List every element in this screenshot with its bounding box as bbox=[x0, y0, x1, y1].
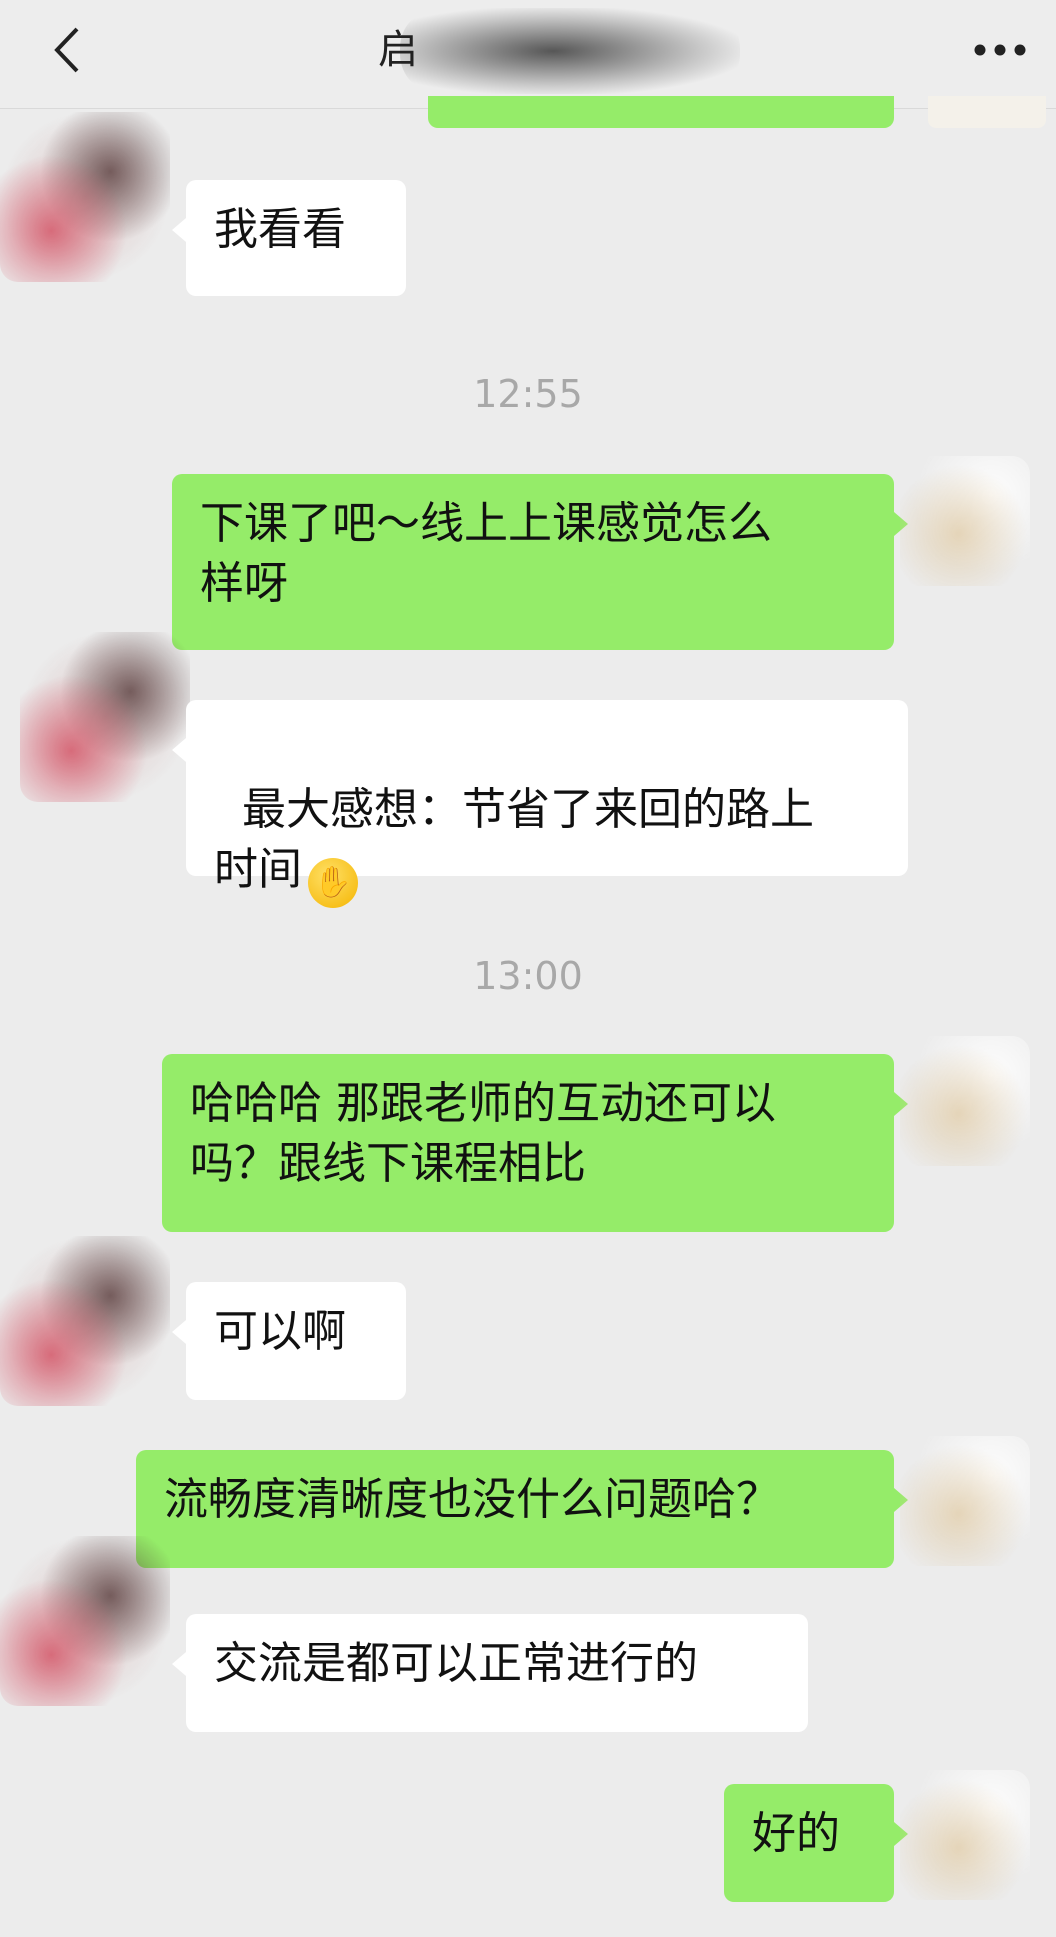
outgoing-message-bubble[interactable]: 流畅度清晰度也没什么问题哈？ bbox=[136, 1450, 908, 1568]
chat-header: 启 bbox=[0, 0, 1056, 109]
back-button[interactable] bbox=[46, 22, 86, 78]
outgoing-message-bubble[interactable]: 下课了吧～线上上课感觉怎么 样呀 bbox=[172, 474, 908, 650]
user-avatar[interactable] bbox=[900, 1770, 1030, 1900]
incoming-message-bubble[interactable]: 最大感想：节省了来回的路上 时间 ✋ bbox=[172, 700, 908, 908]
more-button[interactable] bbox=[970, 30, 1030, 70]
outgoing-message-bubble[interactable]: 好的 bbox=[724, 1784, 908, 1902]
previous-message-bubble-edge bbox=[428, 96, 894, 128]
contact-avatar[interactable] bbox=[0, 112, 170, 282]
chevron-left-icon bbox=[54, 27, 79, 73]
user-avatar[interactable] bbox=[900, 1036, 1030, 1166]
message-text: 最大感想：节省了来回的路上 时间 bbox=[214, 784, 814, 895]
chat-title: 启 bbox=[378, 27, 418, 73]
timestamp: 12:55 bbox=[473, 372, 583, 416]
incoming-message-bubble[interactable]: 交流是都可以正常进行的 bbox=[172, 1614, 808, 1732]
outgoing-message-bubble[interactable]: 哈哈哈 那跟老师的互动还可以 吗？跟线下课程相比 bbox=[162, 1054, 908, 1232]
face-palm-emoji-icon: ✋ bbox=[308, 858, 358, 908]
timestamp: 13:00 bbox=[473, 954, 583, 998]
contact-avatar[interactable] bbox=[0, 1236, 170, 1406]
contact-avatar[interactable] bbox=[20, 632, 190, 802]
previous-avatar-edge bbox=[928, 96, 1046, 128]
user-avatar[interactable] bbox=[900, 456, 1030, 586]
more-dots-icon bbox=[974, 44, 1026, 56]
incoming-message-bubble[interactable]: 可以啊 bbox=[172, 1282, 406, 1400]
contact-avatar[interactable] bbox=[0, 1536, 170, 1706]
user-avatar[interactable] bbox=[900, 1436, 1030, 1566]
incoming-message-bubble[interactable]: 我看看 bbox=[172, 180, 406, 296]
redacted-title-smudge bbox=[400, 8, 740, 94]
